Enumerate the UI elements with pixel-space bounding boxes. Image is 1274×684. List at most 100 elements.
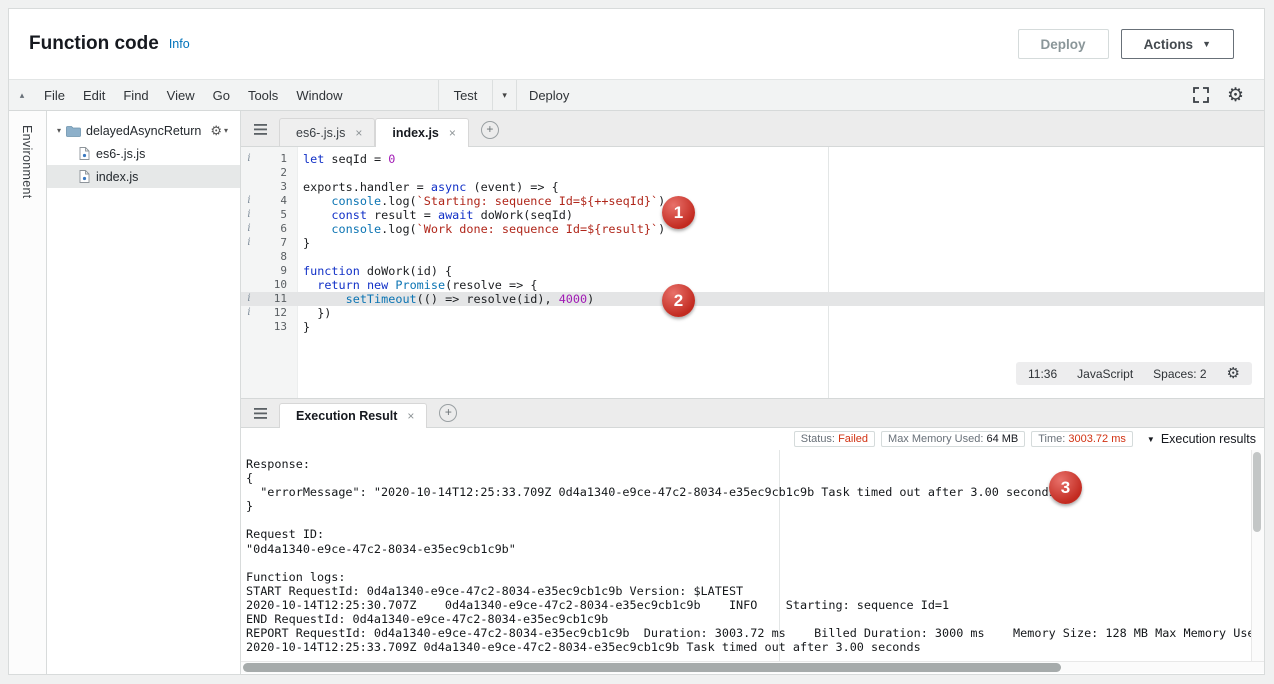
indentation-setting[interactable]: Spaces: 2 — [1153, 367, 1206, 381]
panel-header: Function code Info Deploy Actions ▼ — [9, 9, 1264, 79]
code-line-8[interactable]: 8 — [241, 250, 1264, 264]
code-line-4[interactable]: i4 console.log(`Starting: sequence Id=${… — [241, 194, 1264, 208]
code-token: .log( — [381, 222, 417, 236]
language-mode[interactable]: JavaScript — [1077, 367, 1133, 381]
tab-list-icon[interactable] — [254, 123, 269, 136]
code-token — [303, 208, 331, 222]
tab-label: Execution Result — [296, 409, 397, 423]
execution-results-toggle[interactable]: ▼ Execution results — [1147, 432, 1256, 446]
close-tab-icon[interactable]: × — [355, 126, 362, 140]
actions-button[interactable]: Actions ▼ — [1121, 29, 1234, 59]
line-number: 9 — [257, 264, 297, 278]
collapse-menu-icon[interactable]: ▴ — [9, 90, 35, 101]
menu-item-view[interactable]: View — [158, 88, 204, 103]
tree-folder-row[interactable]: ▾ delayedAsyncReturn ⚙ ▾ — [47, 119, 240, 142]
output-line — [246, 556, 1264, 570]
vertical-scrollbar[interactable] — [1251, 450, 1264, 661]
gutter-cell — [241, 278, 257, 292]
line-text — [297, 250, 303, 264]
menu-item-find[interactable]: Find — [114, 88, 157, 103]
line-number: 3 — [257, 180, 297, 194]
cursor-position[interactable]: 11:36 — [1028, 367, 1057, 381]
code-editor[interactable]: i1let seqId = 023exports.handler = async… — [241, 147, 1264, 398]
toggle-label: Execution results — [1161, 432, 1256, 446]
code-line-7[interactable]: i7} — [241, 236, 1264, 250]
code-line-2[interactable]: 2 — [241, 166, 1264, 180]
code-token: (resolve => { — [445, 278, 537, 292]
editor-statusbar: 11:36 JavaScript Spaces: 2 ⚙ — [1016, 362, 1252, 385]
output-line: "0d4a1340-e9ce-47c2-8034-e35ec9cb1c9b" — [246, 542, 1264, 556]
line-text: exports.handler = async (event) => { — [297, 180, 559, 194]
folder-icon — [66, 125, 81, 137]
deploy-menu-button[interactable]: Deploy — [517, 88, 581, 103]
code-line-10[interactable]: 10 return new Promise(resolve => { — [241, 278, 1264, 292]
code-line-5[interactable]: i5 const result = await doWork(seqId) — [241, 208, 1264, 222]
menu-item-tools[interactable]: Tools — [239, 88, 287, 103]
line-number: 11 — [257, 292, 297, 306]
code-token: ) — [587, 292, 594, 306]
code-line-13[interactable]: 13} — [241, 320, 1264, 334]
output-line: END RequestId: 0d4a1340-e9ce-47c2-8034-e… — [246, 612, 1264, 626]
tab-index-js[interactable]: index.js × — [375, 118, 469, 147]
folder-disclosure-icon[interactable]: ▾ — [57, 126, 61, 135]
code-line-3[interactable]: 3exports.handler = async (event) => { — [241, 180, 1264, 194]
new-tab-icon[interactable]: + — [439, 404, 457, 422]
editor-region: es6-.js.js × index.js × + i1let seqId = … — [241, 111, 1264, 674]
environment-settings-button[interactable]: ⚙ ▾ — [210, 124, 228, 137]
gutter-cell — [241, 264, 257, 278]
info-annotation-icon: i — [241, 306, 257, 320]
tree-file-index-js[interactable]: index.js — [47, 165, 240, 188]
code-line-1[interactable]: i1let seqId = 0 — [241, 152, 1264, 166]
close-tab-icon[interactable]: × — [407, 409, 414, 423]
annotation-badge-1: 1 — [662, 196, 695, 229]
tab-execution-result[interactable]: Execution Result × — [279, 403, 427, 428]
code-token: `Starting: sequence Id=${++seqId}` — [417, 194, 658, 208]
code-token: console — [331, 222, 381, 236]
editor-settings-gear-icon[interactable]: ⚙ — [1227, 366, 1240, 381]
code-token: (() => resolve(id), — [417, 292, 559, 306]
code-token — [303, 278, 317, 292]
new-tab-icon[interactable]: + — [481, 121, 499, 139]
tab-es6-js[interactable]: es6-.js.js × — [279, 118, 375, 146]
menu-item-file[interactable]: File — [35, 88, 74, 103]
execution-output[interactable]: Response:{ "errorMessage": "2020-10-14T1… — [241, 450, 1264, 661]
tab-list-icon[interactable] — [254, 407, 269, 420]
line-number: 4 — [257, 194, 297, 208]
menu-item-go[interactable]: Go — [204, 88, 239, 103]
menubar-right: ⚙ — [1193, 86, 1264, 105]
caret-down-icon: ▾ — [224, 126, 228, 135]
tree-file-es6-js[interactable]: es6-.js.js — [47, 142, 240, 165]
test-button[interactable]: Test — [439, 88, 493, 103]
test-controls: Test ▾ Deploy — [438, 80, 582, 110]
menu-item-window[interactable]: Window — [287, 88, 351, 103]
code-line-9[interactable]: 9function doWork(id) { — [241, 264, 1264, 278]
vertical-scrollbar-thumb[interactable] — [1253, 452, 1261, 532]
environment-tab[interactable]: Environment — [20, 125, 34, 198]
settings-gear-icon[interactable]: ⚙ — [1227, 86, 1244, 105]
info-link[interactable]: Info — [169, 37, 190, 51]
tab-label: index.js — [392, 126, 439, 140]
code-token: } — [303, 320, 310, 334]
code-token: async — [431, 180, 467, 194]
line-text: console.log(`Work done: sequence Id=${re… — [297, 222, 665, 236]
code-line-6[interactable]: i6 console.log(`Work done: sequence Id=$… — [241, 222, 1264, 236]
code-line-12[interactable]: i12 }) — [241, 306, 1264, 320]
output-line: "errorMessage": "2020-10-14T12:25:33.709… — [246, 485, 1264, 499]
code-token: ) — [658, 222, 665, 236]
horizontal-scrollbar[interactable] — [241, 661, 1264, 673]
test-dropdown-caret-icon[interactable]: ▾ — [493, 90, 516, 101]
horizontal-scrollbar-thumb[interactable] — [243, 663, 1061, 672]
result-badge: Status: Failed — [794, 431, 875, 447]
close-tab-icon[interactable]: × — [449, 126, 456, 140]
caret-down-icon: ▼ — [1202, 39, 1211, 49]
code-lines: i1let seqId = 023exports.handler = async… — [241, 152, 1264, 334]
badge-value: 3003.72 ms — [1068, 433, 1125, 445]
fullscreen-icon[interactable] — [1193, 87, 1209, 103]
menu-item-edit[interactable]: Edit — [74, 88, 114, 103]
results-tabbar: Execution Result × + — [241, 398, 1264, 428]
code-line-11[interactable]: i11 setTimeout(() => resolve(id), 4000) — [241, 292, 1264, 306]
menu-items: FileEditFindViewGoToolsWindow — [35, 80, 352, 110]
line-number: 10 — [257, 278, 297, 292]
deploy-button[interactable]: Deploy — [1018, 29, 1109, 59]
code-token — [303, 292, 346, 306]
